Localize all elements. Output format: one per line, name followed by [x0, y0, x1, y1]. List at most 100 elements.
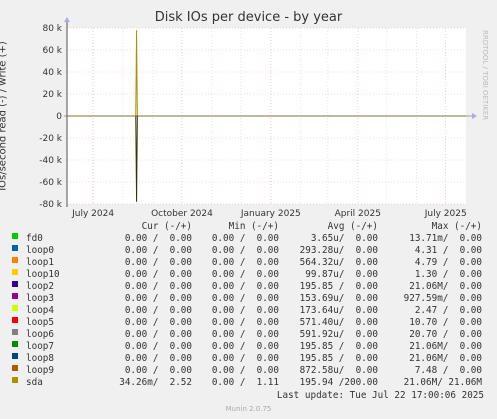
x-tick-label: July 2025: [424, 209, 467, 219]
legend-name: loop5: [26, 317, 54, 328]
y-axis-arrow-icon: [64, 17, 70, 22]
y-tick-label: -20 k: [39, 134, 63, 144]
legend-row-loop1: loop1 0.00 / 0.00 0.00 / 0.00 564.32u/ 0.00…: [12, 257, 492, 269]
legend-row-fd0: fd0 0.00 / 0.00 0.00 / 0.00 3.65u/ 0.00 13.7…: [12, 233, 492, 245]
legend-avg: 3.65u/ 0.00: [310, 233, 378, 244]
legend-cur: 0.00 / 0.00: [124, 233, 192, 244]
legend-swatch: [12, 317, 18, 323]
legend-max: 21.06M/ 0.00: [409, 353, 482, 364]
legend-min: 0.00 / 0.00: [211, 269, 279, 280]
legend-row-loop7: loop7 0.00 / 0.00 0.00 / 0.00 195.85 / 0.00…: [12, 341, 492, 353]
legend-max: 21.06M/ 0.00: [409, 281, 482, 292]
legend-avg: 591.92u/ 0.00: [299, 329, 378, 340]
y-tick-label: 60 k: [42, 46, 62, 56]
legend-max: 20.70 / 0.00: [409, 329, 482, 340]
legend-max: 927.59m/ 0.00: [403, 293, 482, 304]
y-tick-label: 40 k: [42, 68, 62, 78]
legend-swatch: [12, 281, 18, 287]
legend-name: loop3: [26, 293, 54, 304]
legend-cur: 0.00 / 0.00: [124, 269, 192, 280]
legend-name: loop8: [26, 353, 54, 364]
legend-row-loop3: loop3 0.00 / 0.00 0.00 / 0.00 153.69u/ 0.00…: [12, 293, 492, 305]
legend-row-loop10: loop10 0.00 / 0.00 0.00 / 0.00 99.87u/ 0.00…: [12, 269, 492, 281]
legend-avg: 153.69u/ 0.00: [299, 293, 378, 304]
legend-cur: 0.00 / 0.00: [124, 353, 192, 364]
legend-min: 0.00 / 0.00: [211, 281, 279, 292]
legend-min: 0.00 / 0.00: [211, 329, 279, 340]
legend-min: 0.00 / 0.00: [211, 341, 279, 352]
legend-header-row: Cur (-/+) Min (-/+) Avg (-/+) Max (-/+): [12, 221, 492, 233]
legend-avg: 173.64u/ 0.00: [299, 305, 378, 316]
legend-name: sda: [26, 377, 43, 388]
x-tick-label: April 2025: [335, 209, 381, 219]
legend-max: 13.71m/ 0.00: [409, 233, 482, 244]
legend-max: 10.70 / 0.00: [409, 317, 482, 328]
x-axis-arrow-icon: [472, 113, 477, 119]
y-tick-label: -40 k: [39, 156, 63, 166]
legend-name: loop1: [26, 257, 54, 268]
legend-name: loop2: [26, 281, 54, 292]
legend-cur: 34.26m/ 2.52: [119, 377, 192, 388]
legend-row-loop9: loop9 0.00 / 0.00 0.00 / 0.00 872.58u/ 0.00…: [12, 365, 492, 377]
last-update: Last update: Tue Jul 22 17:00:06 2025: [276, 390, 484, 401]
legend-row-loop6: loop6 0.00 / 0.00 0.00 / 0.00 591.92u/ 0.00…: [12, 329, 492, 341]
legend-name: loop0: [26, 245, 54, 256]
legend-swatch: [12, 365, 18, 371]
legend-cur: 0.00 / 0.00: [124, 305, 192, 316]
legend-avg: 195.85 / 0.00: [299, 353, 378, 364]
legend-max: 21.06M/ 0.00: [409, 341, 482, 352]
legend-min: 0.00 / 1.11: [211, 377, 279, 388]
legend-cur: 0.00 / 0.00: [124, 245, 192, 256]
y-tick-label: 20 k: [42, 90, 62, 100]
legend-swatch: [12, 329, 18, 335]
legend-cur: 0.00 / 0.00: [124, 329, 192, 340]
legend-swatch: [12, 305, 18, 311]
legend-swatch: [12, 341, 18, 347]
legend-name: loop6: [26, 329, 54, 340]
legend-row-loop5: loop5 0.00 / 0.00 0.00 / 0.00 571.40u/ 0.00…: [12, 317, 492, 329]
legend-swatch: [12, 353, 18, 359]
legend-avg: 99.87u/ 0.00: [305, 269, 378, 280]
legend-max: 4.79 / 0.00: [414, 257, 482, 268]
legend: Cur (-/+) Min (-/+) Avg (-/+) Max (-/+) …: [12, 221, 492, 389]
legend-swatch: [12, 293, 18, 299]
legend-row-loop8: loop8 0.00 / 0.00 0.00 / 0.00 195.85 / 0.00…: [12, 353, 492, 365]
legend-swatch: [12, 377, 18, 383]
legend-swatch: [12, 233, 18, 239]
legend-row-loop0: loop0 0.00 / 0.00 0.00 / 0.00 293.28u/ 0.00…: [12, 245, 492, 257]
legend-avg: 293.28u/ 0.00: [299, 245, 378, 256]
x-tick-label: October 2024: [151, 209, 213, 219]
legend-cur: 0.00 / 0.00: [124, 341, 192, 352]
legend-row-sda: sda 34.26m/ 2.52 0.00 / 1.11 195.94 /200.00…: [12, 377, 492, 389]
legend-min: 0.00 / 0.00: [211, 293, 279, 304]
legend-min: 0.00 / 0.00: [211, 317, 279, 328]
legend-min: 0.00 / 0.00: [211, 353, 279, 364]
legend-max: 7.48 / 0.00: [414, 365, 482, 376]
legend-swatch: [12, 257, 18, 263]
legend-max: 21.06M/ 21.06M: [403, 377, 482, 388]
legend-cur: 0.00 / 0.00: [124, 281, 192, 292]
graph-frame: Disk IOs per device - by year IOs/second…: [0, 0, 497, 419]
legend-header-max: Max (-/+): [431, 221, 482, 232]
y-tick-label: -60 k: [39, 178, 63, 188]
legend-avg: 571.40u/ 0.00: [299, 317, 378, 328]
legend-name: loop7: [26, 341, 54, 352]
legend-max: 1.30 / 0.00: [414, 269, 482, 280]
legend-name: loop10: [26, 269, 60, 280]
legend-avg: 564.32u/ 0.00: [299, 257, 378, 268]
x-tick-label: July 2024: [71, 209, 114, 219]
legend-min: 0.00 / 0.00: [211, 233, 279, 244]
legend-avg: 195.85 / 0.00: [299, 281, 378, 292]
legend-rows: fd0 0.00 / 0.00 0.00 / 0.00 3.65u/ 0.00 13.7…: [12, 233, 492, 389]
legend-header-min: Min (-/+): [228, 221, 279, 232]
legend-cur: 0.00 / 0.00: [124, 365, 192, 376]
legend-swatch: [12, 245, 18, 251]
legend-min: 0.00 / 0.00: [211, 257, 279, 268]
y-tick-label: 0: [56, 112, 62, 122]
legend-avg: 872.58u/ 0.00: [299, 365, 378, 376]
x-tick-label: January 2025: [240, 209, 301, 219]
legend-max: 2.47 / 0.00: [414, 305, 482, 316]
legend-avg: 195.94 /200.00: [299, 377, 378, 388]
munin-version: Munin 2.0.75: [225, 405, 272, 413]
legend-swatch: [12, 269, 18, 275]
